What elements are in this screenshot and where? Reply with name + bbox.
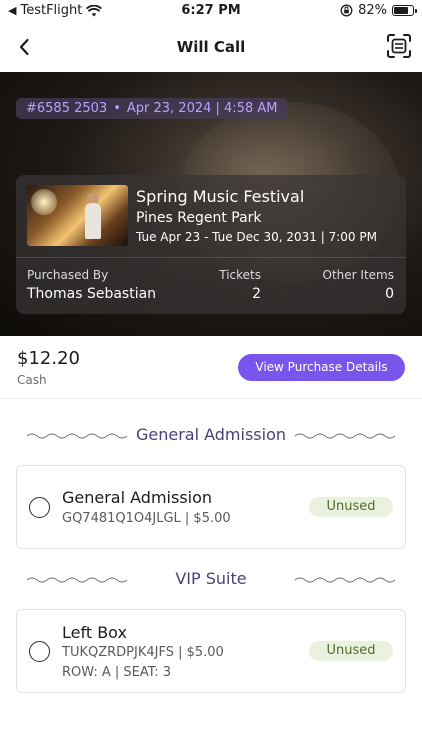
status-bar: ◀ TestFlight 6:27 PM 82%	[0, 0, 422, 24]
event-hero: #6585 2503 • Apr 23, 2024 | 4:58 AM Spring…	[0, 72, 422, 336]
order-datetime: Apr 23, 2024 | 4:58 AM	[126, 101, 278, 116]
ticket-name: General Admission	[62, 488, 213, 507]
battery-percent: 82%	[358, 3, 387, 18]
squiggle-divider-right	[295, 433, 395, 439]
payment-summary: $12.20 Cash View Purchase Details	[0, 336, 422, 399]
ticket-item[interactable]: General Admission GQ7481Q1O4JLGL | $5.00…	[16, 465, 406, 549]
purchased-by-label: Purchased By	[27, 268, 109, 282]
ticket-select-radio[interactable]	[29, 641, 50, 662]
event-name: Spring Music Festival	[136, 187, 305, 206]
event-thumbnail	[27, 185, 128, 246]
ticket-code-price: TUKQZRDPJK4JFS | $5.00	[62, 645, 224, 660]
performer-body	[85, 203, 101, 239]
ticket-select-radio[interactable]	[29, 497, 50, 518]
order-info-pill: #6585 2503 • Apr 23, 2024 | 4:58 AM	[16, 98, 288, 119]
other-items-label: Other Items	[322, 268, 394, 282]
section-header-general-admission: General Admission	[0, 425, 422, 449]
stage-light	[31, 189, 57, 215]
status-badge: Unused	[309, 497, 393, 517]
squiggle-divider-right	[295, 577, 395, 583]
scan-button[interactable]	[386, 33, 412, 59]
tickets-count: 2	[252, 286, 261, 302]
section-header-vip-suite: VIP Suite	[0, 569, 422, 593]
payment-method: Cash	[17, 373, 47, 387]
order-number: #6585 2503	[26, 101, 108, 116]
other-items-count: 0	[385, 286, 394, 302]
total-amount: $12.20	[17, 348, 80, 369]
qr-scan-icon	[387, 34, 411, 58]
ticket-code-price: GQ7481Q1O4JLGL | $5.00	[62, 511, 231, 526]
nav-bar: Will Call	[0, 24, 422, 72]
ticket-name: Left Box	[62, 623, 127, 642]
battery-level	[394, 7, 409, 14]
status-bar-right: 82%	[340, 3, 417, 18]
orientation-lock-icon	[340, 4, 353, 17]
purchased-by-value: Thomas Sebastian	[27, 286, 157, 302]
ticket-seat: ROW: A | SEAT: 3	[62, 665, 172, 680]
event-venue: Pines Regent Park	[136, 210, 262, 226]
battery-icon	[392, 5, 417, 16]
tickets-label: Tickets	[219, 268, 261, 282]
event-summary-card: Spring Music Festival Pines Regent Park …	[16, 175, 406, 314]
status-badge: Unused	[309, 641, 393, 661]
ticket-item[interactable]: Left Box TUKQZRDPJK4JFS | $5.00 ROW: A |…	[16, 609, 406, 693]
card-divider	[16, 257, 406, 258]
page-title: Will Call	[176, 38, 246, 56]
view-purchase-details-button[interactable]: View Purchase Details	[238, 354, 405, 381]
event-dates: Tue Apr 23 - Tue Dec 30, 2031 | 7:00 PM	[136, 230, 377, 244]
order-separator: •	[113, 101, 121, 116]
